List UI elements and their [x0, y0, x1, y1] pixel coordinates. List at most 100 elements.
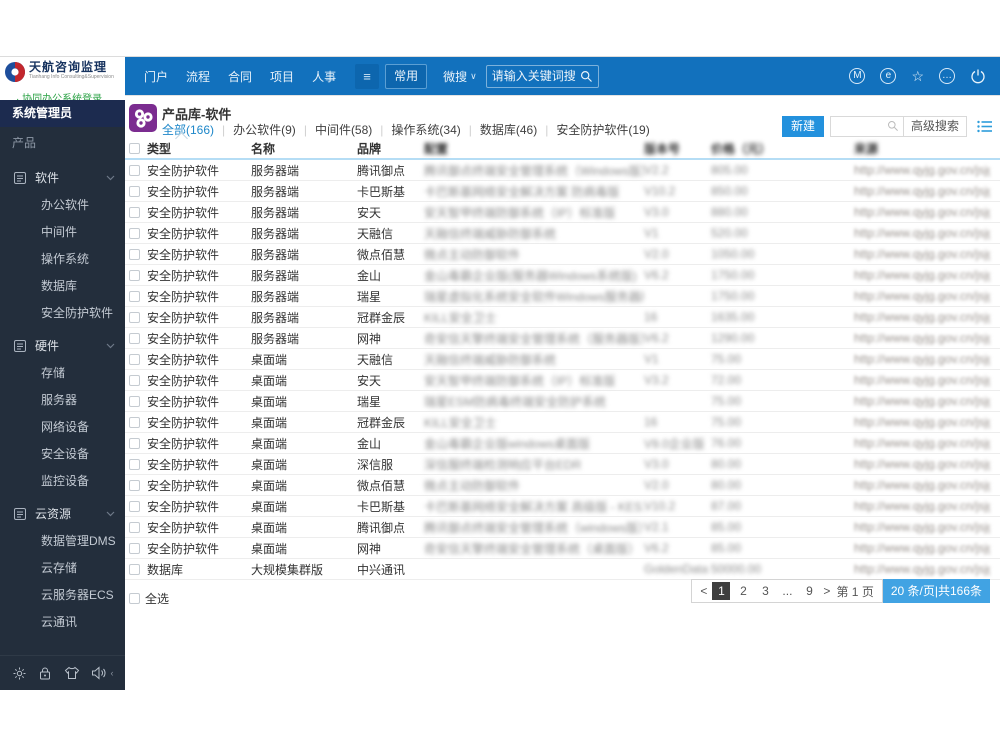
sidebar-item-云存储[interactable]: 云存储 — [0, 555, 125, 582]
page-button-2[interactable]: 2 — [734, 582, 752, 600]
table-row[interactable]: 安全防护软件 服务器端 金山 金山毒霸企业版(服务器Windows系统版) V6… — [125, 265, 1000, 286]
table-row[interactable]: 安全防护软件 服务器端 卡巴斯基 卡巴斯基网络安全解决方案 防病毒版 V10.2… — [125, 181, 1000, 202]
table-row[interactable]: 安全防护软件 服务器端 腾讯御点 腾讯御点终端安全管理系统（Windows版） … — [125, 160, 1000, 181]
nav-item-人事[interactable]: 人事 — [312, 68, 336, 85]
sidebar-item-安全防护软件[interactable]: 安全防护软件 — [0, 300, 125, 327]
row-checkbox[interactable] — [129, 353, 140, 365]
row-checkbox[interactable] — [129, 437, 140, 449]
row-checkbox[interactable] — [129, 521, 140, 533]
row-checkbox[interactable] — [129, 500, 140, 512]
jump-value[interactable]: 1 — [852, 585, 859, 599]
row-checkbox[interactable] — [129, 227, 140, 239]
nav-quick-button[interactable]: 常用 — [385, 63, 428, 89]
nav-item-门户[interactable]: 门户 — [144, 68, 168, 85]
tab-中间件(58)[interactable]: 中间件(58) — [315, 121, 372, 138]
table-row[interactable]: 安全防护软件 桌面端 深信服 深信服终端检测响应平台EDR V3.0 80.00… — [125, 454, 1000, 475]
sidebar-item-存储[interactable]: 存储 — [0, 360, 125, 387]
row-checkbox[interactable] — [129, 374, 140, 386]
global-search-input[interactable] — [491, 69, 580, 83]
row-checkbox[interactable] — [129, 458, 140, 470]
list-view-icon[interactable] — [977, 120, 992, 133]
table-row[interactable]: 安全防护软件 桌面端 网神 奇安信天擎终端安全管理系统（桌面版） V6.2 85… — [125, 538, 1000, 559]
search-icon[interactable] — [580, 70, 593, 83]
row-checkbox[interactable] — [129, 206, 140, 218]
row-checkbox[interactable] — [129, 563, 140, 575]
table-row[interactable]: 安全防护软件 服务器端 网神 奇安信天擎终端安全管理系统（服务器版） V6.2 … — [125, 328, 1000, 349]
page-button-3[interactable]: 3 — [756, 582, 774, 600]
table-row[interactable]: 安全防护软件 服务器端 冠群金辰 KILL安全卫士 16 1635.00 htt… — [125, 307, 1000, 328]
more-circle-icon[interactable]: … — [939, 68, 955, 84]
sidebar-item-数据库[interactable]: 数据库 — [0, 273, 125, 300]
m-circle-icon[interactable]: M — [849, 68, 866, 84]
row-checkbox[interactable] — [129, 416, 140, 428]
table-row[interactable]: 数据库 大规模集群版 中兴通讯 GoldenData s... 50000.00… — [125, 559, 1000, 580]
tab-操作系统(34)[interactable]: 操作系统(34) — [391, 121, 460, 138]
lock-icon[interactable] — [38, 666, 52, 681]
sidebar-item-云服务器ECS[interactable]: 云服务器ECS — [0, 582, 125, 609]
page-button-9[interactable]: 9 — [800, 582, 818, 600]
new-button[interactable]: 新建 — [781, 115, 824, 137]
sidebar-item-操作系统[interactable]: 操作系统 — [0, 246, 125, 273]
power-icon[interactable] — [970, 68, 986, 84]
advanced-search-button[interactable]: 高级搜索 — [902, 116, 966, 136]
page-size-badge[interactable]: 20 条/页|共166条 — [882, 579, 990, 603]
nav-item-项目[interactable]: 项目 — [270, 68, 294, 85]
row-checkbox[interactable] — [129, 269, 140, 281]
nav-item-合同[interactable]: 合同 — [228, 68, 252, 85]
table-row[interactable]: 安全防护软件 桌面端 天融信 天融信终端威胁防御系统 V1 75.00 http… — [125, 349, 1000, 370]
table-row[interactable]: 安全防护软件 桌面端 微点佰慧 微点主动防御软件 V2.0 80.00 http… — [125, 475, 1000, 496]
table-row[interactable]: 安全防护软件 桌面端 金山 金山毒霸企业版windows桌面版 V9.0企业版 … — [125, 433, 1000, 454]
select-all-checkbox[interactable] — [129, 593, 140, 604]
sidebar-role-header[interactable]: 系统管理员 — [0, 100, 125, 127]
search-icon[interactable] — [887, 120, 899, 132]
sidebar-item-监控设备[interactable]: 监控设备 — [0, 468, 125, 495]
tab-全部(166)[interactable]: 全部(166) — [162, 121, 214, 138]
sidebar-item-中间件[interactable]: 中间件 — [0, 219, 125, 246]
table-row[interactable]: 安全防护软件 服务器端 瑞星 瑞星虚拟化系统安全软件Windows服务器版 17… — [125, 286, 1000, 307]
row-checkbox[interactable] — [129, 542, 140, 554]
cell-type: 安全防护软件 — [147, 373, 220, 388]
sidebar-item-网络设备[interactable]: 网络设备 — [0, 414, 125, 441]
search-scope-dropdown[interactable]: 微搜 ∨ — [443, 68, 477, 85]
sidebar-item-服务器[interactable]: 服务器 — [0, 387, 125, 414]
next-page-button[interactable]: > — [823, 584, 830, 598]
row-checkbox[interactable] — [129, 185, 140, 197]
e-circle-icon[interactable]: e — [880, 68, 897, 84]
star-icon[interactable]: ☆ — [911, 68, 924, 84]
sidebar-item-云通讯[interactable]: 云通讯 — [0, 609, 125, 636]
table-row[interactable]: 安全防护软件 服务器端 天融信 天融信终端威胁防御系统 V1 520.00 ht… — [125, 223, 1000, 244]
tab-数据库(46)[interactable]: 数据库(46) — [480, 121, 537, 138]
row-checkbox[interactable] — [129, 164, 140, 176]
collapse-arrow-icon[interactable]: ‹ — [111, 668, 114, 678]
tab-安全防护软件(19)[interactable]: 安全防护软件(19) — [556, 121, 649, 138]
table-search-input[interactable] — [830, 116, 887, 136]
row-checkbox[interactable] — [129, 311, 140, 323]
nav-hamburger-button[interactable]: ≡ — [355, 63, 380, 89]
sidebar-group-云资源[interactable]: 云资源 — [0, 499, 125, 528]
row-checkbox[interactable] — [129, 332, 140, 344]
sidebar-item-安全设备[interactable]: 安全设备 — [0, 441, 125, 468]
row-checkbox[interactable] — [129, 479, 140, 491]
table-row[interactable]: 安全防护软件 服务器端 安天 安天智甲终端防御系统（IP）标准版 V3.0 88… — [125, 202, 1000, 223]
shirt-icon[interactable] — [64, 666, 80, 680]
page-button-1[interactable]: 1 — [712, 582, 731, 600]
table-row[interactable]: 安全防护软件 桌面端 腾讯御点 腾讯御点终端安全管理系统（windows版）V2… — [125, 517, 1000, 538]
sidebar-item-数据管理DMS[interactable]: 数据管理DMS — [0, 528, 125, 555]
header-checkbox[interactable] — [129, 142, 140, 154]
nav-item-流程[interactable]: 流程 — [186, 68, 210, 85]
sidebar-group-软件[interactable]: 软件 — [0, 163, 125, 192]
table-row[interactable]: 安全防护软件 服务器端 微点佰慧 微点主动防御软件 V2.0 1050.00 h… — [125, 244, 1000, 265]
sidebar-item-办公软件[interactable]: 办公软件 — [0, 192, 125, 219]
table-row[interactable]: 安全防护软件 桌面端 冠群金辰 KILL安全卫士 16 75.00 http:/… — [125, 412, 1000, 433]
table-row[interactable]: 安全防护软件 桌面端 安天 安天智甲终端防御系统（IP）标准版 V3.2 72.… — [125, 370, 1000, 391]
prev-page-button[interactable]: < — [700, 584, 707, 598]
sidebar-group-硬件[interactable]: 硬件 — [0, 331, 125, 360]
row-checkbox[interactable] — [129, 290, 140, 302]
row-checkbox[interactable] — [129, 395, 140, 407]
speaker-icon[interactable] — [91, 666, 107, 680]
table-row[interactable]: 安全防护软件 桌面端 卡巴斯基 卡巴斯基网络安全解决方案 高级版 - KES..… — [125, 496, 1000, 517]
row-checkbox[interactable] — [129, 248, 140, 260]
table-row[interactable]: 安全防护软件 桌面端 瑞星 瑞星ESM防病毒终端安全防护系统 75.00 htt… — [125, 391, 1000, 412]
gear-icon[interactable] — [12, 666, 27, 681]
tab-办公软件(9)[interactable]: 办公软件(9) — [233, 121, 296, 138]
